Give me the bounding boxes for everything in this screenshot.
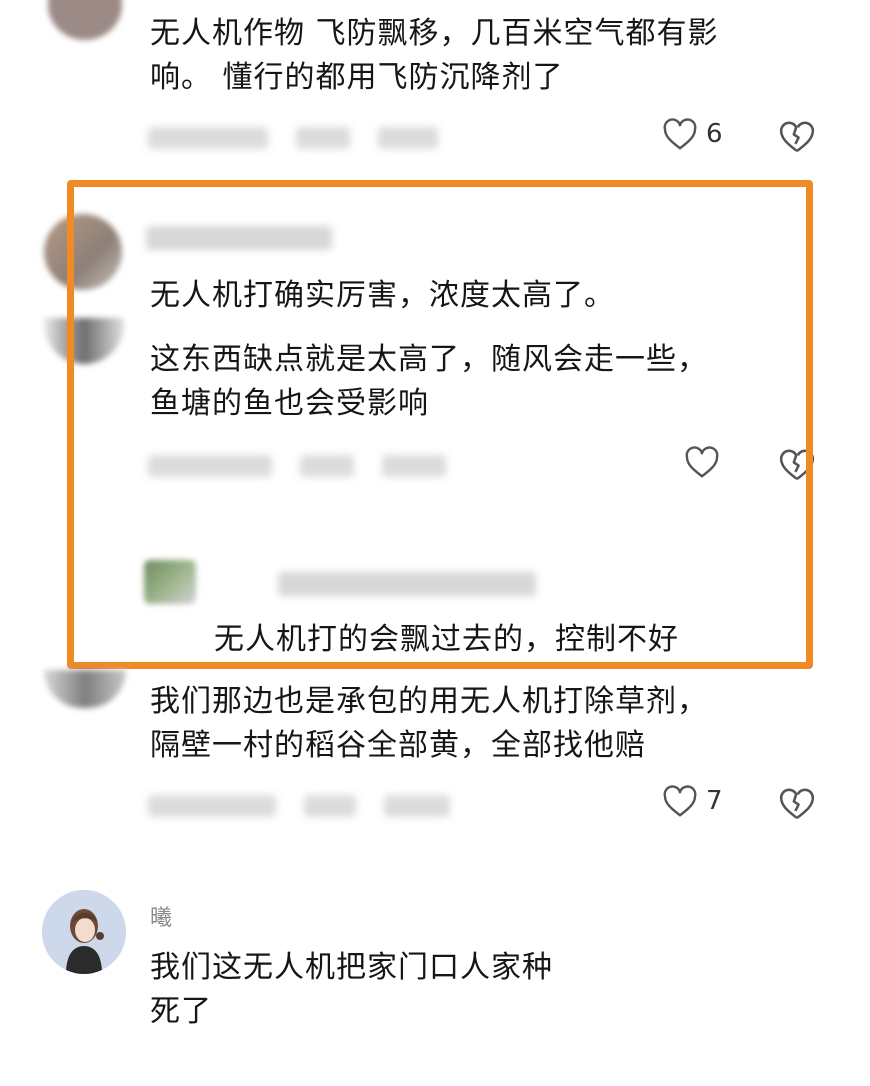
comment-meta-blurred [148, 792, 450, 820]
avatar[interactable] [44, 214, 122, 290]
username[interactable]: 曦 [150, 900, 172, 932]
heart-outline-icon [663, 785, 697, 817]
avatar[interactable] [44, 318, 124, 364]
broken-heart-icon[interactable] [778, 446, 816, 482]
avatar-illustration [42, 890, 126, 974]
heart-outline-icon [685, 446, 719, 478]
comment-text: 无人机打确实厉害，浓度太高了。 [150, 278, 615, 313]
comment-text: 这东西缺点就是太高了，随风会走一些， 鱼塘的鱼也会受影响 [150, 342, 708, 421]
username-blurred [146, 226, 332, 250]
broken-heart-icon[interactable] [778, 785, 816, 821]
like-button[interactable] [684, 445, 720, 479]
avatar[interactable] [48, 0, 122, 40]
username-blurred [278, 572, 536, 596]
like-count: 7 [706, 786, 723, 816]
like-button[interactable]: 7 [662, 784, 723, 818]
like-button[interactable]: 6 [662, 117, 723, 151]
broken-heart-icon[interactable] [778, 118, 816, 154]
comment-text: 无人机作物 飞防飘移，几百米空气都有影 响。 懂行的都用飞防沉降剂了 [150, 16, 719, 95]
comment-text: 我们这无人机把家门口人家种 死了 [150, 950, 553, 1029]
heart-outline-icon [663, 118, 697, 150]
reply-text: 无人机打的会飘过去的，控制不好 [214, 622, 679, 657]
comment-text: 我们那边也是承包的用无人机打除草剂， 隔壁一村的稻谷全部黄，全部找他赔 [150, 684, 708, 763]
avatar[interactable] [144, 560, 196, 604]
comment-meta-blurred [148, 452, 446, 480]
avatar[interactable] [42, 890, 126, 974]
like-count: 6 [706, 119, 723, 149]
avatar[interactable] [44, 670, 126, 708]
comment-meta-blurred [148, 124, 438, 152]
